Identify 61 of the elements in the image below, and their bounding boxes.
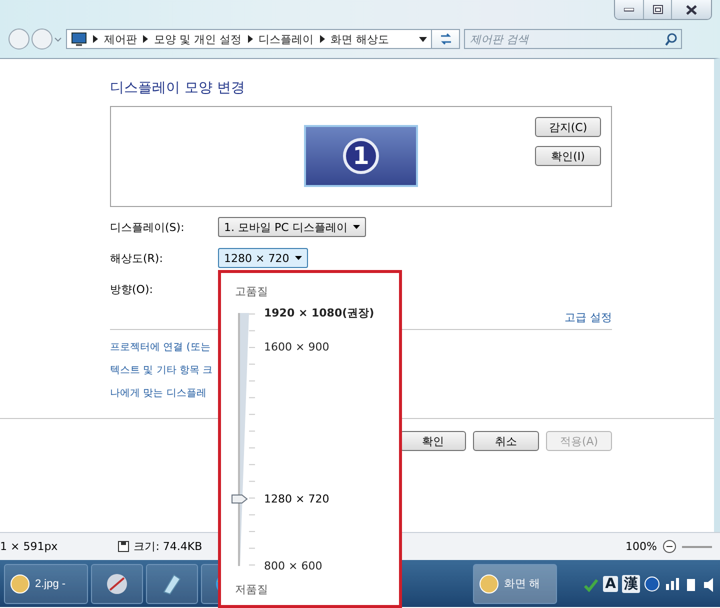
monitor-drawing[interactable]: 1 xyxy=(304,125,418,187)
breadcrumb-item[interactable]: 화면 해상도 xyxy=(330,32,389,46)
input-mode-indicator[interactable]: A xyxy=(603,576,618,592)
dropdown-arrow-icon xyxy=(353,225,360,229)
dropdown-arrow-icon[interactable] xyxy=(419,36,427,42)
arrow-icon xyxy=(248,35,252,43)
image-dimensions: 1 × 591px xyxy=(0,540,58,553)
close-icon xyxy=(686,4,697,14)
dialog-button[interactable]: 확인 xyxy=(400,431,466,451)
resolution-label: 해상도(R): xyxy=(110,250,164,266)
display-label: 디스플레이(S): xyxy=(110,220,186,234)
arrow-icon xyxy=(320,35,324,43)
resolution-option[interactable]: 1280 × 720 xyxy=(264,492,330,506)
maximize-icon xyxy=(652,5,662,14)
close-button[interactable] xyxy=(671,0,711,19)
page-heading: 디스플레이 모양 변경 xyxy=(110,79,246,97)
help-icon[interactable] xyxy=(644,576,660,592)
input-mode-indicator[interactable]: 漢 xyxy=(622,574,640,592)
zoom-level: 100% xyxy=(626,540,657,553)
taskbar-item[interactable] xyxy=(91,564,143,604)
search-field[interactable]: 제어판 검색 xyxy=(464,29,682,49)
settings-link[interactable]: 텍스트 및 기타 항목 크 xyxy=(110,363,213,377)
resolution-option[interactable]: 1600 × 900 xyxy=(264,340,330,354)
breadcrumb-item[interactable]: 제어판 xyxy=(104,32,137,46)
taskbar-item[interactable]: 화면 해 xyxy=(473,564,558,604)
advanced-settings-link[interactable]: 고급 설정 xyxy=(564,310,612,325)
display-dropdown[interactable]: 1. 모바일 PC 디스플레이 xyxy=(218,217,366,237)
breadcrumb-item[interactable]: 디스플레이 xyxy=(258,32,314,46)
file-size: 크기: 74.4KB xyxy=(134,539,202,554)
taskbar-item[interactable]: 2.jpg - xyxy=(4,564,88,604)
quality-label: 저품질 xyxy=(235,582,268,597)
resolution-option[interactable]: 800 × 600 xyxy=(264,560,322,572)
search-icon xyxy=(665,33,677,46)
settings-link[interactable]: 프로젝터에 연결 (또는 xyxy=(110,340,210,354)
app-icon xyxy=(479,574,500,594)
minimize-icon xyxy=(624,8,634,12)
maximize-button[interactable] xyxy=(643,0,671,19)
speaker-icon[interactable] xyxy=(702,576,716,592)
arrow-icon xyxy=(143,35,148,43)
dialog-button[interactable]: 취소 xyxy=(473,431,539,451)
resolution-option[interactable]: 1920 × 1080(권장) xyxy=(264,306,374,320)
refresh-icon xyxy=(438,33,452,45)
resolution-dropdown[interactable]: 1280 × 720 xyxy=(218,248,308,268)
monitor-number: 1 xyxy=(343,138,379,174)
signal-icon[interactable] xyxy=(664,576,680,592)
breadcrumb-item[interactable]: 모양 및 개인 설정 xyxy=(154,32,242,46)
arrow-icon xyxy=(93,35,98,43)
dropdown-arrow-icon xyxy=(295,256,302,260)
taskbar-item[interactable] xyxy=(146,564,198,604)
refresh-button[interactable] xyxy=(432,29,460,49)
preview-button[interactable]: 감지(C) xyxy=(535,117,601,137)
quality-label: 고품질 xyxy=(235,284,268,299)
app-icon xyxy=(10,574,30,594)
settings-link[interactable]: 나에게 맞는 디스플레 xyxy=(110,386,206,400)
caret-icon xyxy=(54,36,62,42)
tool-icon xyxy=(105,572,129,596)
preview-button[interactable]: 확인(I) xyxy=(535,146,601,166)
minimize-button[interactable] xyxy=(615,0,643,19)
zoom-out-button[interactable] xyxy=(663,540,676,553)
orientation-label: 방향(O): xyxy=(110,282,154,296)
monitor-icon xyxy=(71,32,87,46)
